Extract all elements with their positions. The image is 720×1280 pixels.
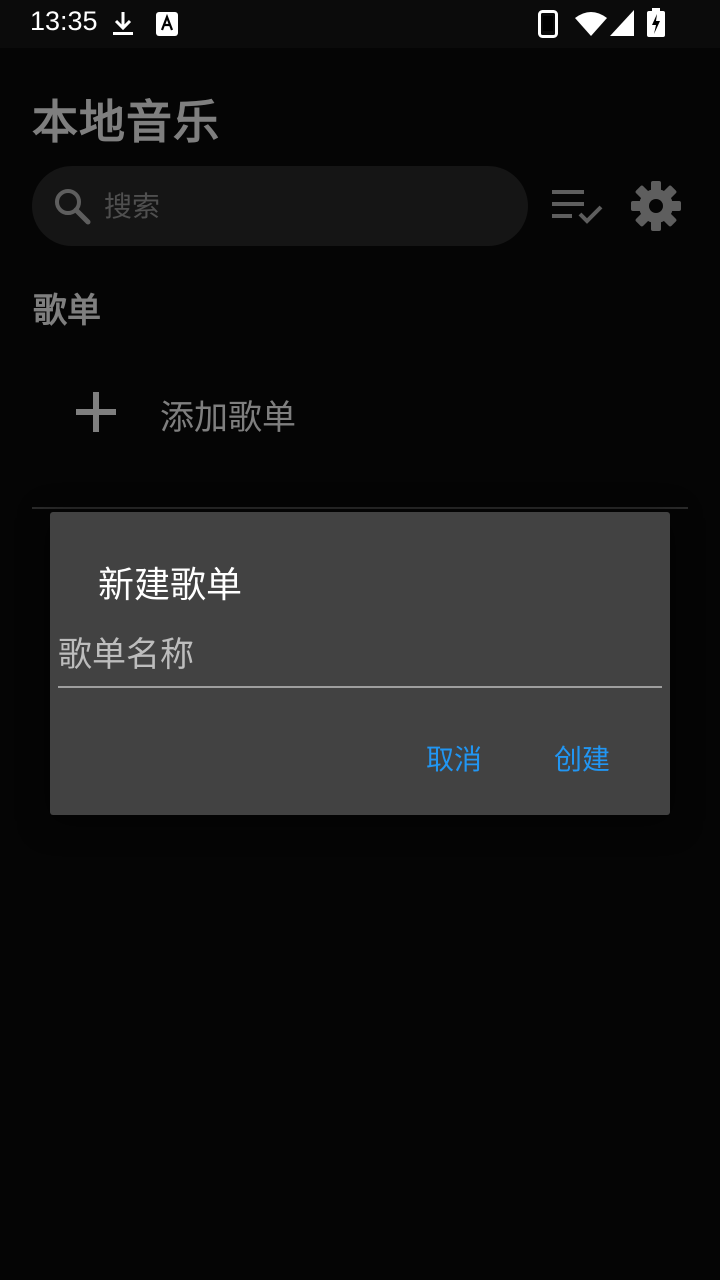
dialog-title: 新建歌单 <box>98 565 243 606</box>
status-time: 13:35 <box>30 6 98 36</box>
download-icon <box>113 12 133 35</box>
cancel-button[interactable]: 取消 <box>418 736 490 784</box>
screen: 13:35 本地音乐 <box>0 0 720 1280</box>
signal-icon <box>610 10 634 36</box>
new-playlist-dialog: 新建歌单 取消 创建 <box>50 512 670 815</box>
battery-charging-icon <box>647 8 665 37</box>
create-button[interactable]: 创建 <box>546 736 618 784</box>
phone-icon <box>538 10 558 38</box>
status-bar: 13:35 <box>0 0 720 48</box>
playlist-name-input[interactable] <box>58 624 662 688</box>
wifi-icon <box>575 12 607 36</box>
keyboard-a-icon <box>156 12 178 36</box>
